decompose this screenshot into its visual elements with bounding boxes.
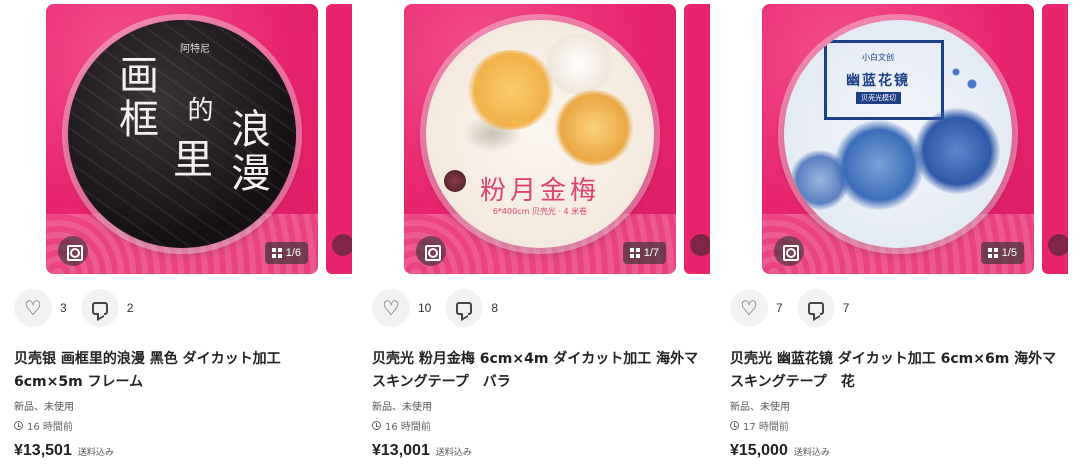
product-card[interactable]: 阿特尼 画框 里 浪漫 的 1/6 ♡ 3 2 贝壳银 画框里的浪漫 黑色 ダイ… xyxy=(14,0,352,466)
posted-time: 17 時間前 xyxy=(730,418,789,433)
image-search-icon[interactable] xyxy=(58,236,88,266)
heart-icon: ♡ xyxy=(14,289,52,327)
product-image[interactable]: 粉月金梅 6*400cm 贝壳光 · 4 米卷 1/7 xyxy=(404,4,676,274)
image-page-badge: 1/6 xyxy=(264,242,308,264)
like-button[interactable]: ♡ 7 xyxy=(730,289,783,327)
tape-sub-text: 6*400cm 贝壳光 · 4 米卷 xyxy=(492,207,588,216)
time-ago: 17 時間前 xyxy=(743,422,789,433)
tape-title-text: 粉月金梅 xyxy=(479,176,600,206)
comment-button[interactable]: 7 xyxy=(796,289,850,327)
next-image-peek[interactable] xyxy=(684,4,710,274)
price: ¥13,501 xyxy=(14,442,72,459)
comment-count: 2 xyxy=(126,301,134,315)
comment-count: 7 xyxy=(842,301,850,315)
comment-icon xyxy=(445,289,484,327)
clock-icon xyxy=(14,421,23,430)
comment-icon xyxy=(80,289,119,327)
heart-icon: ♡ xyxy=(372,289,410,327)
price-row: ¥13,001 送料込み xyxy=(372,442,472,460)
image-page-badge: 1/7 xyxy=(622,242,666,264)
page-indicator: 1/6 xyxy=(285,247,301,259)
time-ago: 16 時間前 xyxy=(27,422,73,433)
like-count: 7 xyxy=(776,301,783,315)
yellow-rose xyxy=(466,50,556,130)
product-title[interactable]: 贝壳光 粉月金梅 6cm×4m ダイカット加工 海外マスキングテープ バラ xyxy=(372,348,702,394)
tape-roll-image: 粉月金梅 6*400cm 贝壳光 · 4 米卷 xyxy=(426,20,654,248)
dot-decoration xyxy=(944,60,984,100)
shipping-label: 送料込み xyxy=(793,448,830,458)
like-count: 3 xyxy=(60,301,67,315)
tape-text-2: 里 xyxy=(166,138,212,182)
clock-icon xyxy=(372,421,381,430)
tape-roll-image: 阿特尼 画框 里 浪漫 的 xyxy=(68,20,296,248)
comment-count: 8 xyxy=(491,301,499,315)
product-image[interactable]: 小白文创 幽蓝花镜 贝壳光模切 1/5 xyxy=(762,4,1034,274)
tape-title-text: 幽蓝花镜 xyxy=(846,73,910,89)
grid-icon xyxy=(271,248,282,258)
grid-icon xyxy=(987,248,998,258)
item-condition: 新品、未使用 xyxy=(730,402,790,413)
image-page-badge: 1/5 xyxy=(980,242,1024,264)
image-search-icon[interactable] xyxy=(416,236,446,266)
blue-flower xyxy=(914,108,1000,194)
yellow-rose xyxy=(554,90,634,166)
product-title[interactable]: 贝壳光 幽蓝花镜 ダイカット加工 6cm×6m 海外マスキングテープ 花 xyxy=(730,348,1060,394)
image-search-icon[interactable] xyxy=(774,236,804,266)
time-ago: 16 時間前 xyxy=(385,422,431,433)
action-bar: ♡ 7 7 xyxy=(730,288,863,328)
item-condition: 新品、未使用 xyxy=(14,402,74,413)
page-indicator: 1/7 xyxy=(643,247,659,259)
tape-text-4: 的 xyxy=(183,96,213,126)
grid-icon xyxy=(629,248,640,258)
like-button[interactable]: ♡ 3 xyxy=(14,289,67,327)
page-indicator: 1/5 xyxy=(1001,247,1017,259)
comment-icon xyxy=(796,289,835,327)
product-card[interactable]: 小白文创 幽蓝花镜 贝壳光模切 1/5 ♡ 7 7 贝壳光 幽蓝花镜 ダイカット… xyxy=(730,0,1068,466)
action-bar: ♡ 10 8 xyxy=(372,288,512,328)
image-search-icon xyxy=(332,234,352,256)
clock-icon xyxy=(730,421,739,430)
product-title[interactable]: 贝壳银 画框里的浪漫 黑色 ダイカット加工 6cm×5m フレーム xyxy=(14,348,344,394)
image-search-icon xyxy=(1048,234,1068,256)
tape-text-3: 浪漫 xyxy=(224,108,270,196)
price: ¥13,001 xyxy=(372,442,430,459)
posted-time: 16 時間前 xyxy=(14,418,73,433)
price-row: ¥15,000 送料込み xyxy=(730,442,830,460)
comment-button[interactable]: 8 xyxy=(445,289,498,327)
product-image[interactable]: 阿特尼 画框 里 浪漫 的 1/6 xyxy=(46,4,318,274)
shipping-label: 送料込み xyxy=(77,448,114,458)
action-bar: ♡ 3 2 xyxy=(14,288,147,328)
like-count: 10 xyxy=(418,301,432,315)
posted-time: 16 時間前 xyxy=(372,418,431,433)
tape-tag-text: 贝壳光模切 xyxy=(856,92,901,104)
price: ¥15,000 xyxy=(730,442,788,459)
heart-icon: ♡ xyxy=(730,289,768,327)
product-card[interactable]: 粉月金梅 6*400cm 贝壳光 · 4 米卷 1/7 ♡ 10 8 贝壳光 粉… xyxy=(372,0,710,466)
price-row: ¥13,501 送料込み xyxy=(14,442,114,460)
next-image-peek[interactable] xyxy=(326,4,352,274)
tape-text-1: 画框 xyxy=(112,54,158,142)
image-search-icon xyxy=(690,234,710,256)
tape-brand-text: 小白文创 xyxy=(862,53,894,62)
blue-flower xyxy=(834,120,924,210)
next-image-peek[interactable] xyxy=(1042,4,1068,274)
tape-brand-text: 阿特尼 xyxy=(180,44,210,55)
shipping-label: 送料込み xyxy=(435,448,472,458)
item-condition: 新品、未使用 xyxy=(372,402,432,413)
tape-roll-image: 小白文创 幽蓝花镜 贝壳光模切 xyxy=(784,20,1012,248)
comment-button[interactable]: 2 xyxy=(80,289,134,327)
like-button[interactable]: ♡ 10 xyxy=(372,289,431,327)
